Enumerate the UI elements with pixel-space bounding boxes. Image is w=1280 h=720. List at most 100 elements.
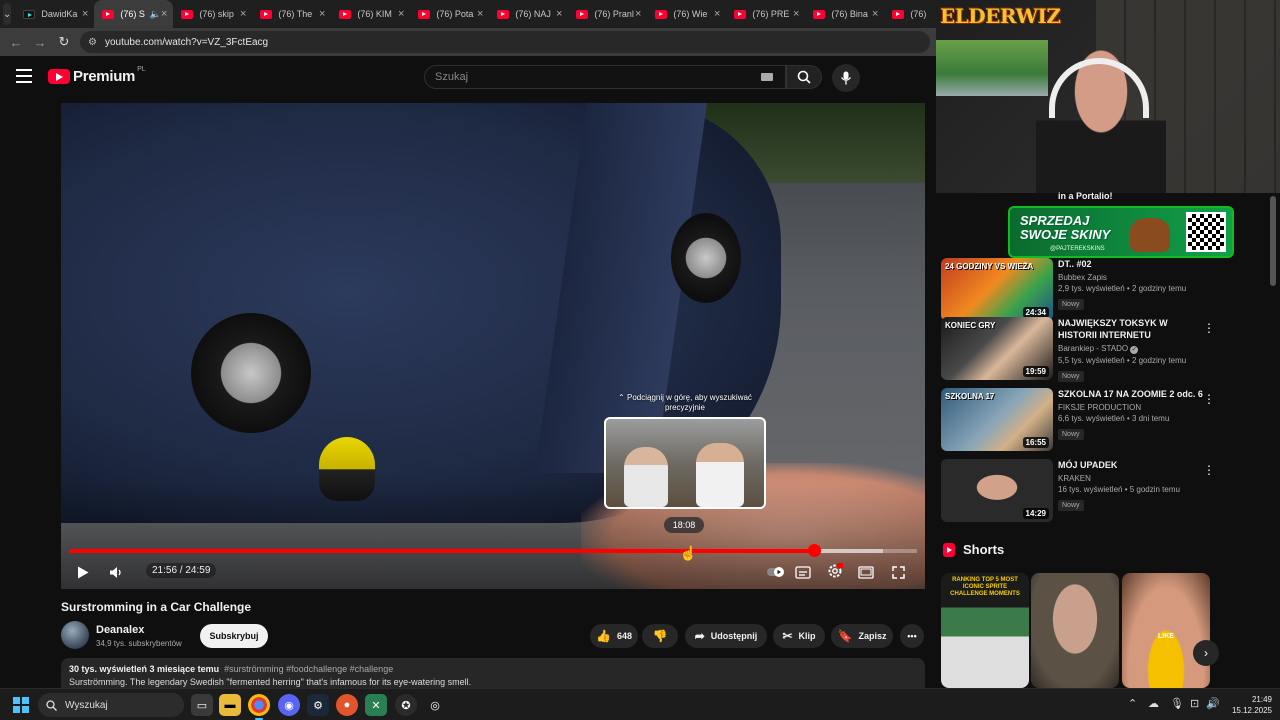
close-tab-icon[interactable]: ×	[82, 8, 88, 20]
browser-tab[interactable]: (76) skip ×	[173, 0, 252, 28]
close-tab-icon[interactable]: ×	[240, 8, 246, 20]
sidebar-scrollbar[interactable]	[1270, 196, 1276, 286]
more-options-icon[interactable]: ⋮	[1203, 392, 1215, 406]
more-options-icon[interactable]: ⋮	[1203, 321, 1215, 335]
video-thumbnail[interactable]: KONIEC GRY 19:59	[941, 317, 1053, 380]
voice-search-button[interactable]	[832, 64, 860, 92]
like-button[interactable]: 👍 648	[590, 624, 638, 648]
taskbar-search[interactable]: Wyszukaj	[38, 693, 184, 717]
video-player[interactable]: ⌃ Podciągnij w górę, aby wyszukiwać prec…	[61, 103, 925, 589]
app-icon[interactable]: ●	[336, 694, 358, 716]
close-tab-icon[interactable]: ×	[556, 8, 562, 20]
channel-name[interactable]: KRAKEN	[1058, 474, 1208, 483]
reload-button[interactable]: ↻	[52, 34, 76, 50]
tab-audio-icon[interactable]: 🔈	[150, 9, 161, 20]
short-thumbnail[interactable]: RANKING TOP 5 MOST ICONIC SPRITE CHALLEN…	[941, 573, 1029, 688]
menu-icon[interactable]	[16, 69, 32, 83]
scrubber-handle[interactable]	[807, 544, 821, 557]
windows-start-icon[interactable]	[13, 697, 29, 713]
browser-tab[interactable]: (76) The ×	[252, 0, 331, 28]
video-thumbnail[interactable]: 24 GODZINY VS WIEŻA 24:34	[941, 258, 1053, 321]
tab-search-button[interactable]: ⌄	[3, 3, 12, 25]
chrome-icon[interactable]	[248, 694, 270, 720]
description-box[interactable]: 30 tys. wyświetleń 3 miesiące temu #surs…	[61, 658, 925, 690]
partial-video-title[interactable]: in a Portalio!	[1058, 191, 1113, 201]
close-tab-icon[interactable]: ×	[714, 8, 720, 20]
channel-name[interactable]: FIKSJE PRODUCTION	[1058, 403, 1208, 412]
close-tab-icon[interactable]: ×	[872, 8, 878, 20]
more-actions-button[interactable]: •••	[900, 624, 924, 648]
browser-tab[interactable]: (76) NAJ ×	[489, 0, 568, 28]
taskbar-clock[interactable]: 21:49 15.12.2025	[1222, 694, 1272, 716]
channel-avatar[interactable]	[61, 621, 89, 649]
save-button[interactable]: 🔖 Zapisz	[831, 624, 893, 648]
play-button[interactable]	[75, 563, 91, 581]
clip-button[interactable]: ✂ Klip	[773, 624, 825, 648]
microphone-icon[interactable]: 🎙	[1170, 697, 1184, 710]
short-thumbnail[interactable]: LIKE	[1122, 573, 1210, 688]
browser-tab[interactable]: (76) Pota ×	[410, 0, 489, 28]
browser-tab[interactable]: (76) S 🔈 ×	[94, 0, 174, 28]
more-options-icon[interactable]: ⋮	[1203, 463, 1215, 477]
volume-icon[interactable]: 🔊	[1206, 697, 1220, 710]
browser-tab[interactable]: (76) Pranl ×	[568, 0, 647, 28]
share-button[interactable]: ➦ Udostępnij	[685, 624, 767, 648]
related-video[interactable]: 14:29 MÓJ UPADEK KRAKEN 16 tys. wyświetleń …	[941, 459, 1215, 523]
settings-button[interactable]	[825, 562, 845, 580]
related-video[interactable]: 24 GODZINY VS WIEŻA 24:34 DT.. #02 Bubbex Z…	[941, 258, 1211, 322]
search-button[interactable]	[786, 65, 822, 89]
discord-icon[interactable]: ◉	[278, 694, 300, 716]
browser-tab[interactable]: (76)×	[884, 0, 936, 28]
video-title[interactable]: DT.. #02	[1058, 258, 1208, 270]
dislike-button[interactable]: 👎	[642, 624, 678, 648]
related-video[interactable]: KONIEC GRY 19:59 NAJWIĘKSZY TOKSYK W HISTO…	[941, 317, 1215, 382]
video-thumbnail[interactable]: SZKOLNA 17 16:55	[941, 388, 1053, 451]
autoplay-toggle[interactable]	[765, 563, 785, 581]
task-view-icon[interactable]: ▭	[191, 694, 213, 716]
network-icon[interactable]: ⊡	[1190, 697, 1199, 710]
subtitles-button[interactable]	[794, 563, 812, 581]
keyboard-icon[interactable]	[761, 73, 773, 81]
file-explorer-icon[interactable]: ▬	[219, 694, 241, 716]
back-button[interactable]: ←	[4, 35, 28, 50]
miniplayer-button[interactable]	[857, 563, 875, 581]
obs-icon[interactable]: ◎	[424, 694, 446, 716]
video-title[interactable]: MÓJ UPADEK	[1058, 459, 1208, 471]
browser-tab[interactable]: (76) Bina ×	[805, 0, 884, 28]
tray-expand-icon[interactable]: ⌃	[1128, 697, 1137, 710]
steam-icon[interactable]: ⚙	[307, 694, 329, 716]
shorts-next-button[interactable]: ›	[1193, 640, 1219, 666]
close-tab-icon[interactable]: ×	[793, 8, 799, 20]
fullscreen-button[interactable]	[889, 563, 907, 581]
close-tab-icon[interactable]: ×	[161, 8, 167, 20]
video-title[interactable]: NAJWIĘKSZY TOKSYK W HISTORII INTERNETU	[1058, 317, 1208, 341]
browser-tab[interactable]: (76) KIM ×	[331, 0, 410, 28]
related-video[interactable]: SZKOLNA 17 16:55 SZKOLNA 17 NA ZOOMIE 2 od…	[941, 388, 1215, 452]
progress-bar[interactable]	[69, 544, 917, 557]
channel-name[interactable]: Deanalex	[96, 624, 144, 636]
close-tab-icon[interactable]: ×	[319, 8, 325, 20]
browser-tab[interactable]: DawidKa ×	[15, 0, 94, 28]
video-title[interactable]: SZKOLNA 17 NA ZOOMIE 2 odc. 6	[1058, 388, 1208, 400]
subscribe-button[interactable]: Subskrybuj	[200, 624, 268, 648]
tray-app-icon[interactable]: ☁	[1148, 697, 1159, 710]
tab-title: (76) PRE	[752, 9, 790, 19]
address-bar[interactable]: ⚙ youtube.com/watch?v=VZ_3FctEacg	[80, 31, 930, 53]
channel-name[interactable]: Barankiep - STADO ✓	[1058, 344, 1208, 354]
spreadsheet-icon[interactable]: ✕	[365, 694, 387, 716]
browser-tab[interactable]: (76) PRE ×	[726, 0, 805, 28]
hashtags[interactable]: #surströmming #foodchallenge #challenge	[224, 664, 393, 674]
video-thumbnail[interactable]: 14:29	[941, 459, 1053, 522]
close-tab-icon[interactable]: ×	[398, 8, 404, 20]
close-tab-icon[interactable]: ×	[477, 8, 483, 20]
browser-tab[interactable]: (76) Wie ×	[647, 0, 726, 28]
forward-button[interactable]: →	[28, 35, 52, 50]
site-info-icon[interactable]: ⚙	[88, 37, 97, 48]
xbox-icon[interactable]: ✪	[395, 694, 417, 716]
close-tab-icon[interactable]: ×	[635, 8, 641, 20]
search-input[interactable]: Szukaj	[424, 65, 786, 89]
mute-button[interactable]	[107, 563, 125, 581]
channel-name[interactable]: Bubbex Zapis	[1058, 273, 1208, 282]
youtube-logo[interactable]: Premium PL	[48, 66, 146, 85]
short-thumbnail[interactable]	[1031, 573, 1119, 688]
